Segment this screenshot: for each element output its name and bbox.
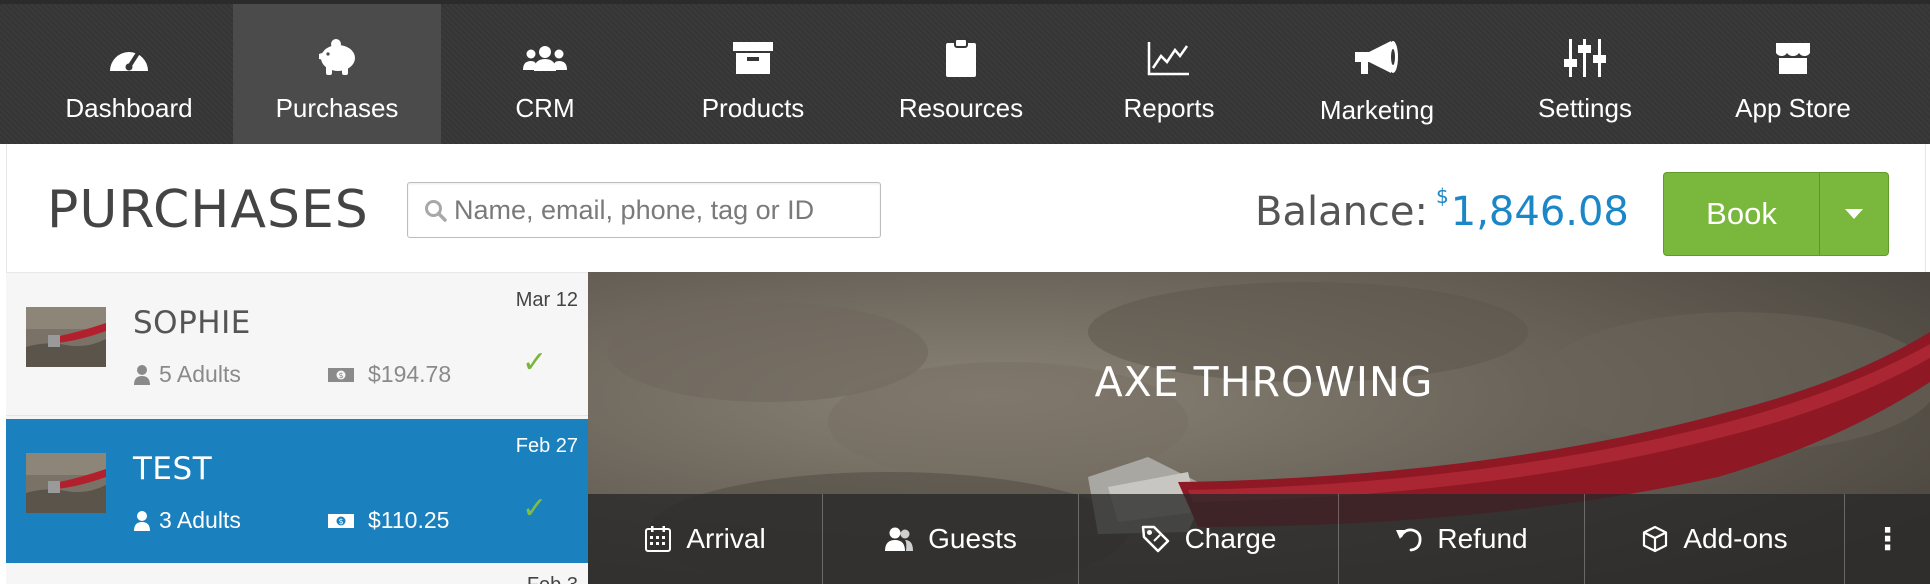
purchase-thumbnail — [26, 453, 106, 513]
charge-label: Charge — [1184, 523, 1277, 554]
purchase-guests: 3 Adults — [133, 507, 241, 534]
nav-label: CRM — [515, 93, 575, 123]
nav-item-purchases[interactable]: Purchases — [233, 4, 441, 144]
book-button[interactable]: Book — [1663, 172, 1819, 256]
sliders-icon — [1561, 38, 1609, 78]
nav-item-dashboard[interactable]: Dashboard — [25, 4, 233, 144]
refund-label: Refund — [1437, 523, 1528, 554]
purchase-name: SOPHIE — [133, 305, 251, 341]
activity-title: AXE THROWING — [1094, 358, 1434, 406]
nav-label: Products — [701, 93, 805, 123]
purchase-price: $ $110.25 — [328, 507, 449, 534]
money-icon: $ — [328, 367, 354, 382]
balance-amount: 1,846.08 — [1450, 189, 1629, 235]
money-icon: $ — [328, 513, 354, 528]
page-header: PURCHASES Balance: $1,846.08 Book — [6, 144, 1926, 272]
list-item[interactable]: SOPHIE 5 Adults $ $194.78 Mar 12 ✓ — [6, 272, 588, 416]
clipboard-icon — [937, 38, 985, 78]
users-icon — [521, 38, 569, 78]
price-text: $194.78 — [368, 361, 452, 387]
booking-actions-bar: Arrival Guests Charge Refund Add-ons ⋮ — [588, 494, 1930, 584]
storefront-icon — [1769, 38, 1817, 78]
purchase-date: Feb 3 — [527, 574, 578, 584]
arrival-button[interactable]: Arrival — [588, 494, 823, 584]
nav-item-crm[interactable]: CRM — [441, 4, 649, 144]
nav-item-app-store[interactable]: App Store — [1689, 4, 1897, 144]
piggy-bank-icon — [313, 38, 361, 78]
search-input[interactable] — [454, 183, 874, 237]
price-text: $110.25 — [368, 507, 450, 533]
guests-text: 3 Adults — [159, 507, 241, 533]
guests-button[interactable]: Guests — [823, 494, 1079, 584]
tag-icon — [1141, 524, 1171, 554]
purchase-name: TEST — [133, 451, 213, 487]
search-icon — [424, 199, 450, 225]
page-title: PURCHASES — [47, 180, 369, 240]
cube-icon — [1641, 525, 1669, 553]
person-icon — [134, 510, 150, 531]
balance: Balance: $1,846.08 — [1255, 184, 1629, 235]
speedometer-icon — [105, 38, 153, 78]
nav-label: Marketing — [1319, 95, 1435, 125]
nav-label: Settings — [1538, 93, 1632, 123]
undo-icon — [1395, 526, 1423, 552]
checkmark-icon: ✓ — [522, 492, 548, 525]
nav-label: Reports — [1123, 93, 1215, 123]
purchase-guests: 5 Adults — [133, 361, 241, 388]
more-options-button[interactable]: ⋮ — [1845, 494, 1930, 584]
purchase-price: $ $194.78 — [328, 361, 451, 388]
search-box[interactable] — [407, 182, 881, 238]
more-vertical-icon: ⋮ — [1872, 522, 1903, 556]
nav-item-marketing[interactable]: Marketing — [1273, 4, 1481, 144]
chevron-down-icon — [1845, 209, 1863, 219]
balance-label: Balance: — [1255, 189, 1429, 235]
purchases-list: SOPHIE 5 Adults $ $194.78 Mar 12 ✓ TEST … — [6, 272, 588, 584]
charge-button[interactable]: Charge — [1079, 494, 1339, 584]
calendar-icon — [644, 525, 672, 553]
nav-label: Resources — [898, 93, 1024, 123]
nav-label: App Store — [1735, 93, 1851, 123]
guests-text: 5 Adults — [159, 361, 241, 387]
refund-button[interactable]: Refund — [1339, 494, 1585, 584]
balance-currency: $ — [1436, 184, 1449, 208]
person-icon — [134, 364, 150, 385]
book-dropdown-button[interactable] — [1819, 172, 1889, 256]
nav-item-settings[interactable]: Settings — [1481, 4, 1689, 144]
booking-hero: AXE THROWING Arrival Guests Charge Refun… — [588, 272, 1930, 584]
list-item[interactable]: Feb 3 — [6, 564, 588, 584]
main-nav: Dashboard Purchases CRM Products Resourc… — [0, 4, 1930, 144]
add-ons-label: Add-ons — [1683, 523, 1788, 554]
nav-item-reports[interactable]: Reports — [1065, 4, 1273, 144]
nav-item-products[interactable]: Products — [649, 4, 857, 144]
guests-label: Guests — [928, 523, 1017, 554]
checkmark-icon: ✓ — [522, 346, 548, 379]
purchase-thumbnail — [26, 307, 106, 367]
nav-label: Dashboard — [65, 93, 193, 123]
purchase-date: Feb 27 — [515, 435, 578, 457]
arrival-label: Arrival — [686, 523, 766, 554]
svg-text:$: $ — [338, 517, 343, 526]
line-chart-icon — [1145, 38, 1193, 78]
list-item-selected[interactable]: TEST 3 Adults $ $110.25 Feb 27 ✓ — [6, 419, 588, 563]
svg-text:$: $ — [338, 371, 343, 380]
archive-box-icon — [729, 38, 777, 78]
add-ons-button[interactable]: Add-ons — [1585, 494, 1845, 584]
purchase-date: Mar 12 — [515, 289, 578, 311]
megaphone-icon — [1353, 38, 1401, 78]
nav-item-resources[interactable]: Resources — [857, 4, 1065, 144]
guests-icon — [884, 526, 914, 552]
nav-label: Purchases — [275, 93, 399, 123]
